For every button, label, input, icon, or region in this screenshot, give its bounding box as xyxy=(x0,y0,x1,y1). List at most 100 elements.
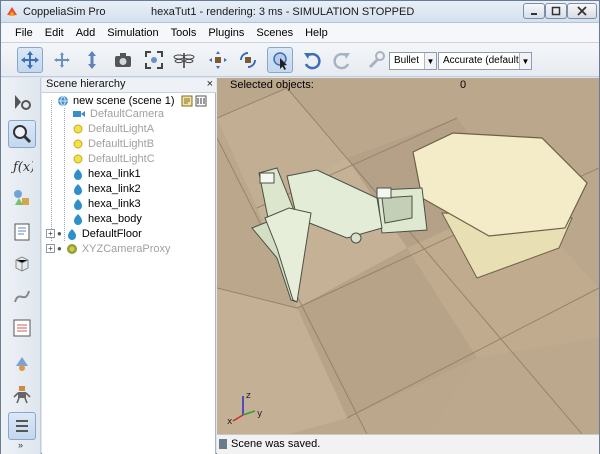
menu-add[interactable]: Add xyxy=(76,27,96,39)
shape-edit-button[interactable] xyxy=(8,250,36,278)
tree-item-hexa-link1[interactable]: hexa_link1 xyxy=(72,166,141,181)
svg-text:ƒ(x): ƒ(x) xyxy=(11,160,33,175)
status-message: Scene was saved. xyxy=(231,438,321,450)
tree-item-defaultlightb[interactable]: DefaultLightB xyxy=(72,136,154,151)
list-icon xyxy=(13,319,31,337)
redo-icon xyxy=(333,52,350,70)
path-icon xyxy=(14,290,30,303)
scene-hierarchy-header: Scene hierarchy × xyxy=(42,78,216,93)
object-shift-button[interactable] xyxy=(205,47,231,73)
axis-x-label: x xyxy=(227,417,233,427)
more-chevron-icon[interactable]: » xyxy=(18,440,23,450)
axis-z-label: z xyxy=(246,391,251,401)
camera-rotate-button[interactable] xyxy=(49,47,75,73)
expand-toggle[interactable]: + xyxy=(46,244,55,253)
tree-item-label: DefaultFloor xyxy=(81,227,142,240)
close-hierarchy-button[interactable]: × xyxy=(207,78,213,90)
expand-toggle[interactable]: + xyxy=(46,229,55,238)
object-rotate-icon xyxy=(240,52,256,68)
physics-engine-value: Bullet xyxy=(394,55,420,66)
menu-edit[interactable]: Edit xyxy=(45,27,64,39)
physics-engine-select[interactable]: Bullet ▼ xyxy=(389,52,437,70)
tree-item-label: hexa_link3 xyxy=(88,197,141,210)
camera-angle-button[interactable] xyxy=(110,47,136,73)
layers-button[interactable] xyxy=(8,412,36,440)
tree-item-defaultcamera[interactable]: DefaultCamera xyxy=(72,106,164,121)
collections-button[interactable] xyxy=(8,184,36,212)
fit-to-view-button[interactable] xyxy=(141,47,167,73)
move-arrows-icon xyxy=(21,51,39,69)
object-move-icon xyxy=(209,51,227,69)
shape-icon xyxy=(74,168,82,180)
cube-icon xyxy=(15,256,29,272)
menu-help[interactable]: Help xyxy=(305,27,328,39)
tree-item-xyzcameraproxy[interactable]: ● XYZCameraProxy xyxy=(57,241,170,256)
coppeliasim-logo-icon xyxy=(7,7,17,16)
assemble-button[interactable] xyxy=(171,47,197,73)
engine-accuracy-value: Accurate (default) xyxy=(443,55,522,66)
menu-simulation[interactable]: Simulation xyxy=(107,27,158,39)
maximize-button[interactable] xyxy=(545,3,567,19)
globe-icon xyxy=(58,95,68,107)
model-browser-button[interactable] xyxy=(8,348,36,376)
maximize-icon xyxy=(551,6,561,16)
tree-item-hexa-link3[interactable]: hexa_link3 xyxy=(72,196,141,211)
tree-item-label: hexa_link1 xyxy=(88,167,141,180)
tree-item-hexa-body[interactable]: hexa_body xyxy=(72,211,142,226)
simulation-settings-button[interactable] xyxy=(8,88,36,116)
shape-icon xyxy=(74,198,82,210)
light-icon xyxy=(73,124,83,133)
selection-button[interactable] xyxy=(8,314,36,342)
camera-shift-button[interactable] xyxy=(79,47,105,73)
menu-tools[interactable]: Tools xyxy=(171,27,197,39)
app-window: CoppeliaSim Pro hexaTut1 - rendering: 3 … xyxy=(0,0,600,454)
scene-viewport[interactable]: z x y Selected objects: 0 Scene was save… xyxy=(217,78,599,454)
menu-file[interactable]: File xyxy=(15,27,33,39)
redo-button[interactable] xyxy=(329,47,355,73)
scene-hierarchy-toggle[interactable] xyxy=(8,120,36,148)
menu-plugins[interactable]: Plugins xyxy=(208,27,244,39)
shapes-icon xyxy=(14,190,29,205)
app-name: CoppeliaSim Pro xyxy=(23,6,106,18)
fit-view-icon xyxy=(145,51,163,69)
tree-item-hexa-link2[interactable]: hexa_link2 xyxy=(72,181,141,196)
dot-icon: ● xyxy=(57,244,62,253)
tree-item-label: hexa_link2 xyxy=(88,182,141,195)
scene-script-icon[interactable] xyxy=(181,95,193,107)
tree-item-defaultlighta[interactable]: DefaultLightA xyxy=(72,121,154,136)
object-rotate-button[interactable] xyxy=(235,47,261,73)
camera-pan-button[interactable] xyxy=(17,47,43,73)
robot-icon xyxy=(13,386,31,404)
tree-item-label: DefaultLightB xyxy=(88,137,155,150)
light-icon xyxy=(73,154,83,163)
status-grip-icon[interactable] xyxy=(219,439,227,449)
undo-button[interactable] xyxy=(299,47,325,73)
menu-scenes[interactable]: Scenes xyxy=(256,27,293,39)
tree-item-defaultfloor[interactable]: ● DefaultFloor xyxy=(57,226,142,241)
calculation-modules-button[interactable]: ƒ(x) xyxy=(8,152,36,180)
scene-hierarchy-panel: Scene hierarchy × new scene (scene 1) De… xyxy=(42,78,216,454)
tree-item-defaultlightc[interactable]: DefaultLightC xyxy=(72,151,155,166)
engine-accuracy-select[interactable]: Accurate (default) ▼ xyxy=(438,52,532,70)
scene-hierarchy-title: Scene hierarchy xyxy=(46,78,126,90)
chevron-down-icon: ▼ xyxy=(519,53,531,69)
scene-render[interactable]: z x y xyxy=(217,78,599,454)
click-select-button[interactable] xyxy=(267,47,293,73)
minimize-button[interactable] xyxy=(523,3,545,19)
script-icon xyxy=(14,223,30,241)
sim-settings-icon xyxy=(15,95,31,110)
robot-model-button[interactable] xyxy=(8,380,36,408)
tree-item-label: hexa_body xyxy=(88,212,142,225)
camera-proxy-icon xyxy=(66,243,77,254)
minimize-icon xyxy=(531,13,537,15)
scripts-button[interactable] xyxy=(8,218,36,246)
menu-bar: File Edit Add Simulation Tools Plugins S… xyxy=(1,23,599,43)
chevron-down-icon: ▼ xyxy=(424,53,436,69)
path-edit-button[interactable] xyxy=(8,282,36,310)
dynamics-settings-button[interactable] xyxy=(363,47,389,73)
title-bar[interactable]: CoppeliaSim Pro hexaTut1 - rendering: 3 … xyxy=(1,1,599,23)
customization-script-icon[interactable] xyxy=(195,95,207,107)
model-icon xyxy=(16,357,28,371)
shape-icon xyxy=(74,213,82,225)
close-button[interactable] xyxy=(567,3,597,19)
